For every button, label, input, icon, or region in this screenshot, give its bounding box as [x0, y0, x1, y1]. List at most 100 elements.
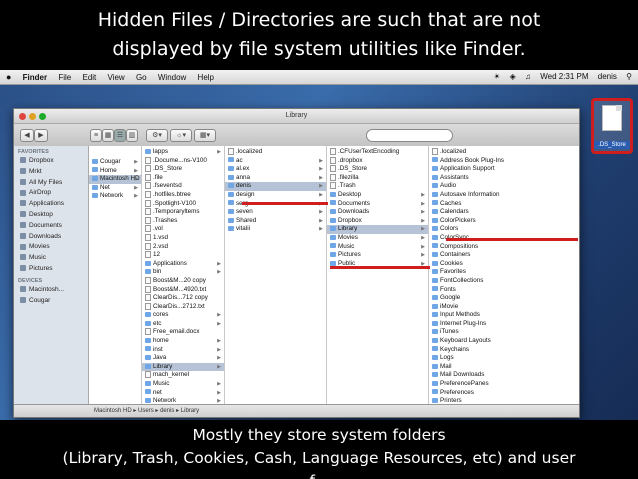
sidebar-item-macintosh[interactable]: Macintosh...: [14, 285, 88, 296]
arrange-button[interactable]: ▦▾: [194, 129, 216, 142]
file-row[interactable]: Library ▶: [142, 362, 224, 372]
search-input[interactable]: [366, 129, 453, 142]
view-list-button[interactable]: ▦: [102, 129, 114, 142]
file-row[interactable]: .Docume...ns-V100: [142, 156, 224, 166]
library-item[interactable]: Audio: [429, 182, 579, 191]
minimize-icon[interactable]: [29, 113, 36, 120]
volume-icon[interactable]: ♫: [525, 70, 531, 84]
menu-help[interactable]: Help: [198, 71, 214, 85]
file-row[interactable]: .Temporaryltems: [142, 208, 224, 217]
file-row[interactable]: ac ▶: [225, 157, 326, 166]
path-item-denis[interactable]: denis: [160, 408, 174, 414]
file-row[interactable]: .vol: [142, 225, 224, 234]
file-row[interactable]: ClearDis...712 copy: [142, 294, 224, 303]
path-item-macintosh-hd[interactable]: Macintosh HD: [94, 408, 132, 414]
library-item[interactable]: FontCollections: [429, 277, 579, 286]
file-row[interactable]: Macintosh HD ▶: [89, 175, 141, 184]
file-row[interactable]: denis ▶: [225, 182, 326, 191]
library-item[interactable]: Preferences: [429, 389, 579, 398]
library-item[interactable]: Favorites: [429, 268, 579, 277]
library-item[interactable]: PreferencePanes: [429, 380, 579, 389]
file-row[interactable]: .localized: [225, 148, 326, 157]
file-row[interactable]: Library ▶: [327, 225, 428, 234]
library-item[interactable]: iTunes: [429, 328, 579, 337]
sidebar-item-documents[interactable]: Documents: [14, 221, 88, 232]
apple-menu-icon[interactable]: ●: [6, 70, 11, 84]
library-item[interactable]: Logs: [429, 354, 579, 363]
file-row[interactable]: Net ▶: [89, 184, 141, 193]
file-row[interactable]: Documents ▶: [327, 200, 428, 209]
file-row[interactable]: Cougar ▶: [89, 158, 141, 167]
file-row[interactable]: bin ▶: [142, 268, 224, 277]
library-item[interactable]: Google: [429, 294, 579, 303]
file-row[interactable]: Java ▶: [142, 354, 224, 363]
file-row[interactable]: mach_kernel: [142, 371, 224, 380]
sidebar-item-movies[interactable]: Movies: [14, 242, 88, 253]
library-item[interactable]: Application Support: [429, 165, 579, 174]
file-row[interactable]: net ▶: [142, 389, 224, 398]
sidebar-item-pictures[interactable]: Pictures: [14, 264, 88, 275]
file-row[interactable]: Dropbox ▶: [327, 217, 428, 226]
file-row[interactable]: Pictures ▶: [327, 251, 428, 260]
sidebar-item-airdrop[interactable]: AirDrop: [14, 188, 88, 199]
library-item[interactable]: Calendars: [429, 208, 579, 217]
file-row[interactable]: anna ▶: [225, 174, 326, 183]
file-row[interactable]: .file: [142, 173, 224, 183]
file-row[interactable]: Applications ▶: [142, 260, 224, 269]
file-row[interactable]: 12: [142, 251, 224, 260]
share-button[interactable]: ☼▾: [170, 129, 192, 142]
file-row[interactable]: .DS_Store: [142, 165, 224, 174]
file-row[interactable]: 1.vsd: [142, 233, 224, 243]
file-row[interactable]: .Spotlight-V100: [142, 199, 224, 209]
file-row[interactable]: cores ▶: [142, 311, 224, 320]
menu-window[interactable]: Window: [158, 71, 186, 85]
sidebar-item-dropbox[interactable]: Dropbox: [14, 156, 88, 167]
path-item-library[interactable]: Library: [181, 408, 199, 414]
sidebar-item-desktop[interactable]: Desktop: [14, 210, 88, 221]
sidebar-item-downloads[interactable]: Downloads: [14, 232, 88, 243]
file-row[interactable]: .Trash: [327, 182, 428, 191]
file-row[interactable]: .fseventsd: [142, 182, 224, 191]
file-row[interactable]: al.ex ▶: [225, 165, 326, 174]
file-row[interactable]: lapps ▶: [142, 148, 224, 157]
library-item[interactable]: Assistants: [429, 174, 579, 183]
file-row[interactable]: ClearDis...2712.txt: [142, 302, 224, 312]
menu-user[interactable]: denis: [598, 70, 617, 84]
wifi-icon[interactable]: ◈: [510, 70, 516, 84]
library-item[interactable]: Autosave Information: [429, 191, 579, 200]
file-row[interactable]: Desktop ▶: [327, 191, 428, 200]
path-item-users[interactable]: Users: [138, 408, 154, 414]
sidebar-item-cougar[interactable]: Cougar: [14, 296, 88, 307]
sidebar-item-music[interactable]: Music: [14, 253, 88, 264]
bluetooth-icon[interactable]: ✴: [494, 70, 501, 84]
spotlight-icon[interactable]: ⚲: [626, 70, 632, 84]
file-row[interactable]: 2.vsd: [142, 242, 224, 252]
file-row[interactable]: design ▶: [225, 191, 326, 200]
file-row[interactable]: Network ▶: [89, 192, 141, 201]
library-item[interactable]: .localized: [429, 148, 579, 157]
file-row[interactable]: inst ▶: [142, 346, 224, 355]
file-row[interactable]: Music ▶: [142, 380, 224, 389]
file-row[interactable]: etc ▶: [142, 320, 224, 329]
library-item[interactable]: ColorPickers: [429, 217, 579, 226]
library-item[interactable]: Compositions: [429, 243, 579, 252]
file-row[interactable]: vitalii ▶: [225, 225, 326, 234]
menu-finder[interactable]: Finder: [23, 71, 47, 85]
library-item[interactable]: Containers: [429, 251, 579, 260]
forward-button[interactable]: ▶: [34, 129, 48, 142]
file-row[interactable]: .filezilla: [327, 173, 428, 183]
menu-file[interactable]: File: [58, 71, 71, 85]
menu-view[interactable]: View: [108, 71, 125, 85]
file-row[interactable]: Home ▶: [89, 167, 141, 176]
close-icon[interactable]: [19, 113, 26, 120]
file-row[interactable]: .hotfiles.btree: [142, 190, 224, 200]
library-item[interactable]: Internet Plug-Ins: [429, 320, 579, 329]
back-button[interactable]: ◀: [20, 129, 34, 142]
library-item[interactable]: Keyboard Layouts: [429, 337, 579, 346]
view-coverflow-button[interactable]: ▥: [126, 129, 138, 142]
library-item[interactable]: Mail: [429, 363, 579, 372]
file-row[interactable]: .dropbox: [327, 156, 428, 166]
file-row[interactable]: home ▶: [142, 337, 224, 346]
file-row[interactable]: Music ▶: [327, 243, 428, 252]
ds-store-desktop-file[interactable]: .DS_Store: [591, 98, 633, 154]
